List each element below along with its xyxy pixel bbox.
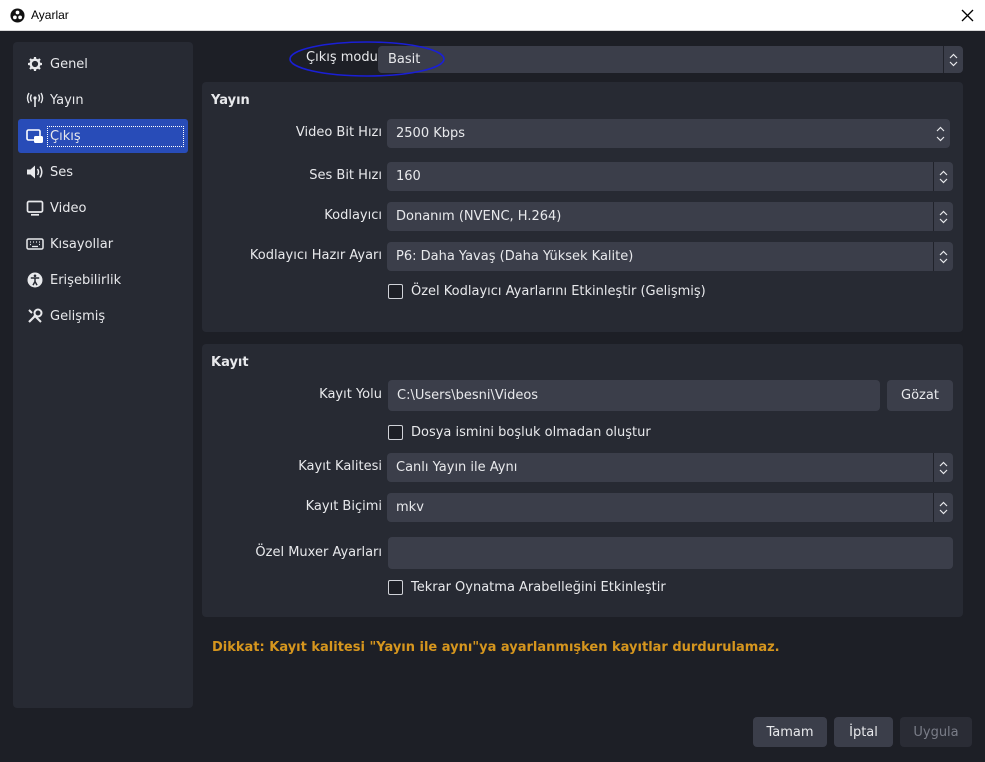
recording-path-label: Kayıt Yolu [319,387,382,402]
replay-buffer-checkbox-row[interactable]: Tekrar Oynatma Arabelleğini Etkinleştir [388,580,666,595]
no-space-checkbox-label: Dosya ismini boşluk olmadan oluştur [411,425,651,440]
ok-button[interactable]: Tamam [753,717,827,747]
custom-encoder-checkbox[interactable] [388,284,403,299]
custom-encoder-checkbox-row[interactable]: Özel Kodlayıcı Ayarlarını Etkinleştir (G… [388,284,706,299]
title-bar: Ayarlar [0,0,985,31]
spin-arrows-icon[interactable] [930,119,950,148]
audio-bitrate-value: 160 [396,169,421,184]
encoder-preset-select[interactable]: P6: Daha Yavaş (Daha Yüksek Kalite) [387,242,953,271]
chevron-updown-icon [943,46,963,73]
sidebar-item-advanced[interactable]: Gelişmiş [18,299,188,333]
sidebar-item-label: Yayın [50,92,84,108]
recording-group: Kayıt Kayıt Yolu C:\Users\besni\Videos G… [202,344,963,617]
window-title: Ayarlar [31,8,69,22]
recording-quality-label: Kayıt Kalitesi [298,459,382,474]
chevron-updown-icon [933,493,953,522]
encoder-select[interactable]: Donanım (NVENC, H.264) [387,202,953,231]
custom-encoder-checkbox-label: Özel Kodlayıcı Ayarlarını Etkinleştir (G… [411,284,706,299]
sidebar-item-label: Genel [50,56,88,72]
sidebar-item-label: Ses [50,164,74,180]
no-space-checkbox-row[interactable]: Dosya ismini boşluk olmadan oluştur [388,425,651,440]
chevron-updown-icon [933,162,953,191]
recording-path-value: C:\Users\besni\Videos [397,388,539,403]
tools-icon [24,305,46,327]
sidebar-item-label: Gelişmiş [50,308,106,324]
recording-format-select[interactable]: mkv [387,493,953,522]
video-bitrate-label: Video Bit Hızı [295,125,382,140]
no-space-checkbox[interactable] [388,425,403,440]
output-mode-select[interactable]: Basit [378,46,963,73]
audio-bitrate-label: Ses Bit Hızı [309,168,382,183]
stream-group-title: Yayın [211,93,250,108]
muxer-settings-input[interactable] [388,537,953,569]
sidebar-item-output[interactable]: Çıkış [18,119,188,153]
sidebar-item-stream[interactable]: Yayın [18,83,188,117]
browse-button[interactable]: Gözat [887,380,953,411]
speaker-icon [24,161,46,183]
chevron-updown-icon [933,242,953,271]
apply-button[interactable]: Uygula [900,717,972,747]
accessibility-icon [24,269,46,291]
sidebar-item-label: Çıkış [47,125,184,147]
sidebar-item-accessibility[interactable]: Erişebilirlik [18,263,188,297]
recording-format-label: Kayıt Biçimi [305,499,382,514]
audio-bitrate-select[interactable]: 160 [387,162,953,191]
monitor-icon [24,197,46,219]
video-bitrate-spinbox[interactable]: 2500 Kbps [387,119,950,148]
recording-path-input[interactable]: C:\Users\besni\Videos [388,380,880,411]
keyboard-icon [24,233,46,255]
encoder-preset-label: Kodlayıcı Hazır Ayarı [249,248,382,263]
close-button[interactable] [949,0,985,31]
sidebar-item-video[interactable]: Video [18,191,188,225]
recording-format-value: mkv [396,500,424,515]
muxer-settings-label: Özel Muxer Ayarları [255,545,382,560]
cancel-button[interactable]: İptal [834,717,893,747]
recording-quality-value: Canlı Yayın ile Aynı [396,460,518,475]
warning-text: Dikkat: Kayıt kalitesi "Yayın ile aynı"y… [212,640,780,655]
output-mode-value: Basit [388,52,421,67]
recording-quality-select[interactable]: Canlı Yayın ile Aynı [387,453,953,482]
video-bitrate-value: 2500 Kbps [396,126,466,141]
obs-logo-icon [10,8,25,23]
output-mode-label: Çıkış modu [306,50,378,65]
output-icon [24,125,46,147]
sidebar-item-general[interactable]: Genel [18,47,188,81]
sidebar-item-audio[interactable]: Ses [18,155,188,189]
sidebar-item-label: Kısayollar [50,236,114,252]
antenna-icon [24,89,46,111]
encoder-preset-value: P6: Daha Yavaş (Daha Yüksek Kalite) [396,249,634,264]
stream-group: Yayın Video Bit Hızı 2500 Kbps Ses Bit H… [202,82,963,332]
replay-buffer-checkbox[interactable] [388,580,403,595]
gear-icon [24,53,46,75]
settings-sidebar: Genel Yayın Çıkış Ses Video Kısayollar E… [13,42,193,708]
sidebar-item-label: Erişebilirlik [50,272,122,288]
sidebar-item-hotkeys[interactable]: Kısayollar [18,227,188,261]
chevron-updown-icon [933,202,953,231]
replay-buffer-checkbox-label: Tekrar Oynatma Arabelleğini Etkinleştir [411,580,666,595]
encoder-label: Kodlayıcı [324,208,382,223]
chevron-updown-icon [933,453,953,482]
close-icon [961,9,973,22]
encoder-value: Donanım (NVENC, H.264) [396,209,562,224]
recording-group-title: Kayıt [211,355,249,370]
sidebar-item-label: Video [50,200,87,216]
